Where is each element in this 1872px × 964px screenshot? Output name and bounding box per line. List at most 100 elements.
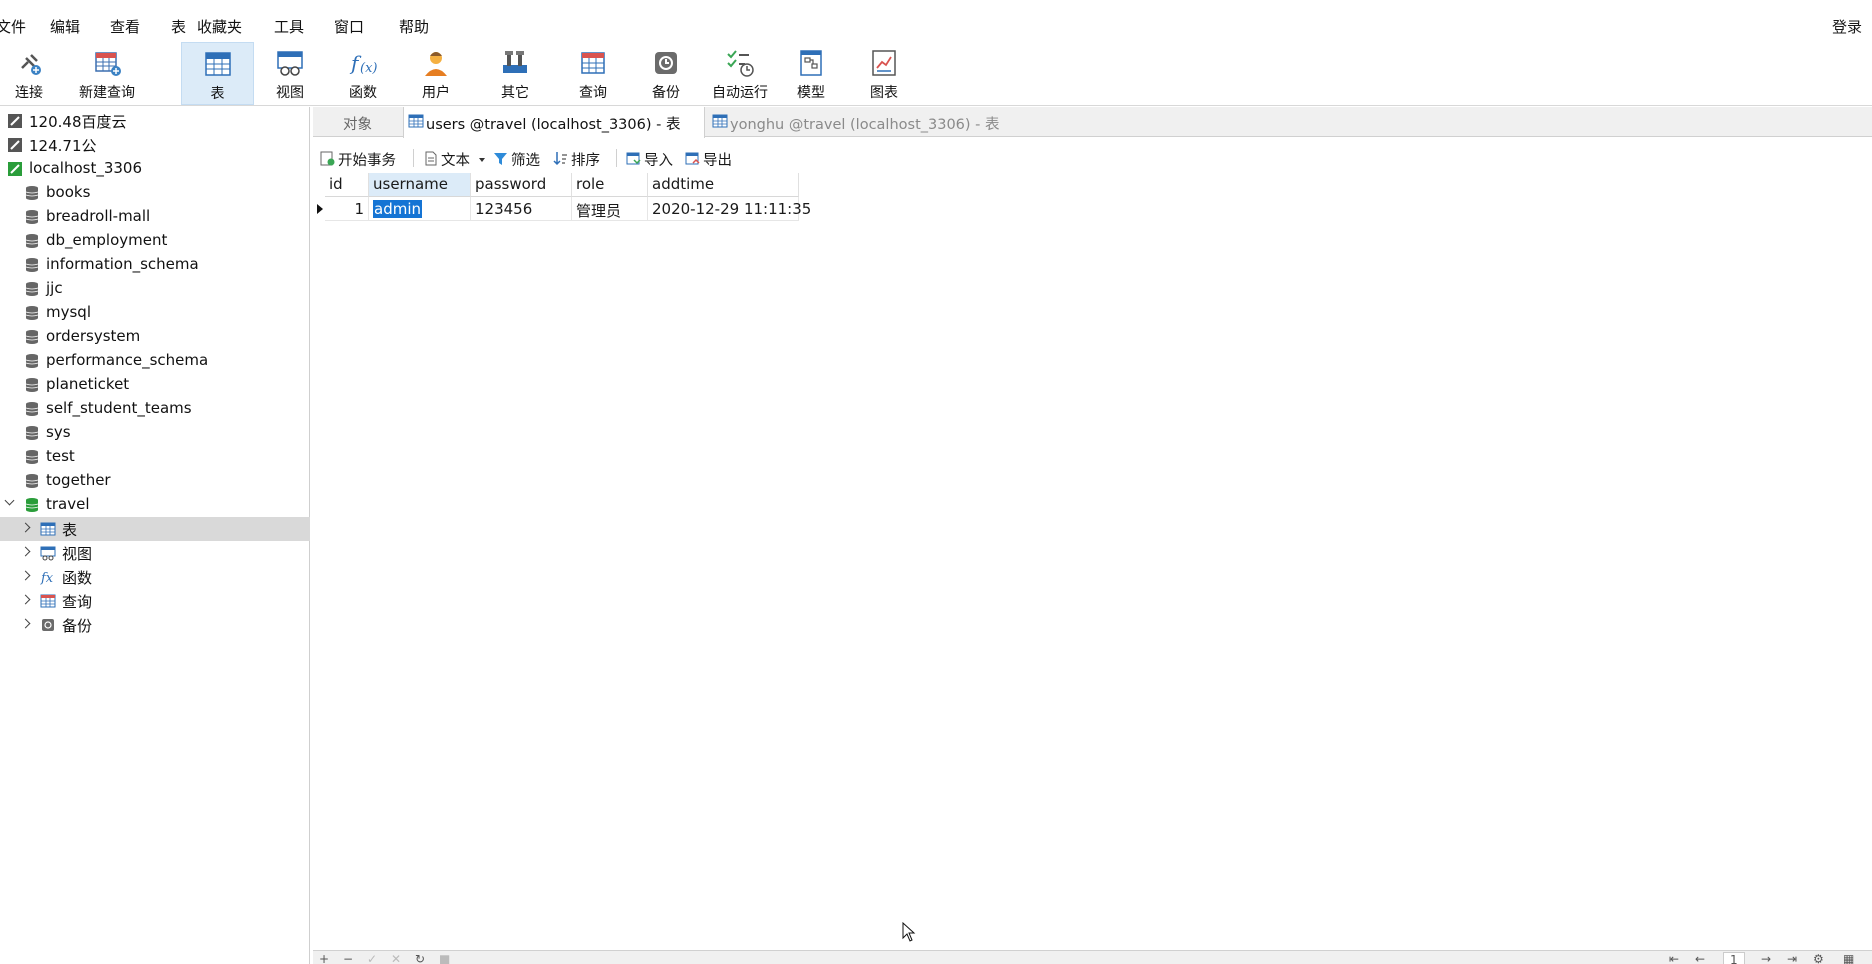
database-node-travel[interactable]: travel	[0, 493, 310, 517]
chevron-down-icon[interactable]	[4, 495, 15, 506]
database-node[interactable]: jjc	[0, 277, 310, 301]
tab-yonghu-table[interactable]: yonghu @travel (localhost_3306) - 表	[708, 107, 1008, 137]
new-query-icon	[95, 52, 121, 76]
import-button[interactable]: 导入	[626, 148, 681, 170]
begin-transaction-button[interactable]: 开始事务	[320, 148, 405, 170]
delete-record-button[interactable]: −	[343, 952, 353, 964]
tab-users-table[interactable]: users @travel (localhost_3306) - 表	[403, 107, 705, 138]
database-icon	[25, 210, 39, 224]
discard-changes-button[interactable]: ✕	[391, 952, 401, 964]
column-header-username[interactable]: username	[369, 173, 471, 197]
chevron-right-icon[interactable]	[20, 522, 31, 533]
page-number-field[interactable]: 1	[1723, 952, 1745, 964]
tree-item-functions[interactable]: fx 函数	[0, 565, 310, 589]
column-header-id[interactable]: id	[325, 173, 369, 197]
database-node[interactable]: self_student_teams	[0, 397, 310, 421]
connection-node-localhost[interactable]: localhost_3306	[0, 157, 310, 181]
sort-button[interactable]: 排序	[553, 148, 608, 170]
toolbar-table-button[interactable]: 表	[181, 42, 254, 105]
database-node[interactable]: ordersystem	[0, 325, 310, 349]
table-cell-addtime[interactable]: 2020-12-29 11:11:35	[648, 197, 811, 221]
database-node[interactable]: test	[0, 445, 310, 469]
text-view-button[interactable]: 文本	[423, 148, 485, 170]
login-link[interactable]: 登录	[1832, 16, 1862, 37]
column-header-role[interactable]: role	[572, 173, 648, 197]
database-node[interactable]: performance_schema	[0, 349, 310, 373]
prev-page-button[interactable]: ←	[1695, 952, 1705, 964]
tree-item-tables[interactable]: 表	[0, 517, 310, 541]
last-page-button[interactable]: ⇥	[1787, 952, 1797, 964]
tree-item-backups[interactable]: 备份	[0, 613, 310, 637]
database-node[interactable]: together	[0, 469, 310, 493]
title-bar	[0, 0, 1872, 10]
backup-icon	[655, 52, 677, 74]
cell-selected-text: admin	[373, 200, 422, 218]
database-node[interactable]: breadroll-mall	[0, 205, 310, 229]
tree-item-views[interactable]: 视图	[0, 541, 310, 565]
toolbar-new-query-button[interactable]: 新建查询	[72, 42, 142, 105]
tree-item-queries[interactable]: 查询	[0, 589, 310, 613]
menu-edit[interactable]: 编辑	[50, 16, 80, 37]
table-icon	[204, 52, 231, 76]
toolbar-separator	[616, 149, 617, 167]
menu-file[interactable]: 文件	[0, 16, 26, 37]
menu-help[interactable]: 帮助	[399, 16, 429, 37]
database-node[interactable]: planeticket	[0, 373, 310, 397]
export-button[interactable]: 导出	[685, 148, 740, 170]
connection-node[interactable]: 120.48百度云	[0, 109, 310, 133]
filter-button[interactable]: 筛选	[493, 148, 548, 170]
database-node[interactable]: db_employment	[0, 229, 310, 253]
database-node[interactable]: sys	[0, 421, 310, 445]
database-icon	[25, 258, 39, 272]
toolbar-view-button[interactable]: 视图	[264, 42, 316, 105]
apply-changes-button[interactable]: ✓	[367, 952, 377, 964]
chevron-right-icon[interactable]	[20, 570, 31, 581]
column-header-addtime[interactable]: addtime	[648, 173, 799, 197]
next-page-button[interactable]: →	[1761, 952, 1771, 964]
menu-favorites[interactable]: 收藏夹	[197, 16, 242, 37]
table-cell-role[interactable]: 管理员	[572, 197, 648, 221]
toolbar-chart-button[interactable]: 图表	[858, 42, 910, 105]
refresh-button[interactable]: ↻	[415, 952, 425, 964]
chart-icon	[872, 50, 896, 76]
text-dropdown-caret[interactable]	[479, 158, 485, 162]
tab-objects[interactable]: 对象	[313, 107, 403, 137]
chevron-right-icon[interactable]	[20, 618, 31, 629]
row-indicator-icon	[317, 204, 323, 214]
menu-window[interactable]: 窗口	[334, 16, 364, 37]
table-cell-username[interactable]: admin	[369, 197, 471, 221]
database-node[interactable]: books	[0, 181, 310, 205]
toolbar-backup-button[interactable]: 备份	[640, 42, 692, 105]
grid-view-icon[interactable]: ▦	[1843, 952, 1854, 964]
database-node[interactable]: mysql	[0, 301, 310, 325]
table-cell-id[interactable]: 1	[325, 197, 369, 221]
menu-tools[interactable]: 工具	[274, 16, 304, 37]
table-cell-password[interactable]: 123456	[471, 197, 572, 221]
toolbar-schedule-button[interactable]: 自动运行	[705, 42, 775, 105]
view-icon	[40, 546, 56, 561]
database-icon	[25, 234, 39, 248]
toolbar-query-button[interactable]: 查询	[567, 42, 619, 105]
column-header-password[interactable]: password	[471, 173, 572, 197]
schedule-icon	[727, 50, 754, 77]
first-page-button[interactable]: ⇤	[1669, 952, 1679, 964]
backup-icon	[42, 619, 54, 631]
add-record-button[interactable]: +	[319, 952, 329, 964]
database-node[interactable]: information_schema	[0, 253, 310, 277]
chevron-right-icon[interactable]	[20, 594, 31, 605]
toolbar-separator	[413, 149, 414, 167]
menu-table[interactable]: 表	[171, 16, 186, 37]
import-icon	[626, 152, 641, 165]
toolbar-function-button[interactable]: f (x) 函数	[337, 42, 389, 105]
menu-view[interactable]: 查看	[110, 16, 140, 37]
connection-node[interactable]: 124.71公	[0, 133, 310, 157]
chevron-right-icon[interactable]	[20, 546, 31, 557]
toolbar-user-button[interactable]: 用户	[410, 42, 462, 105]
toolbar-connect-button[interactable]: 连接	[4, 42, 54, 105]
settings-gear-icon[interactable]: ⚙	[1813, 952, 1824, 964]
toolbar-model-button[interactable]: 模型	[785, 42, 837, 105]
plug-icon	[21, 54, 41, 75]
stop-button[interactable]: ■	[439, 952, 450, 964]
toolbar-other-button[interactable]: 其它	[489, 42, 541, 105]
mouse-cursor-icon	[902, 922, 916, 942]
